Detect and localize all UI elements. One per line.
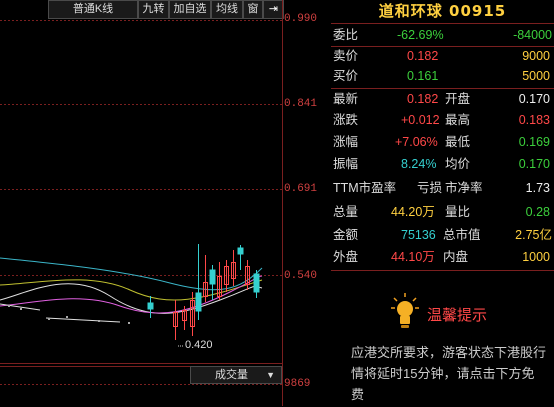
quote-panel: 道和环球 00915 委比 -62.69% -84000 卖价 0.182 90…	[331, 0, 554, 406]
volume-indicator-select[interactable]: 成交量 ▼	[190, 366, 282, 384]
quote-row-sell: 卖价 0.182 9000	[333, 49, 550, 63]
volume-tick: 9869	[284, 378, 311, 390]
notice-text: 应港交所要求，游客状态下港股行情将延时15分钟，请点击下方免费	[351, 345, 547, 402]
quote-row-outer: 外盘 44.10万 内盘 1000	[333, 250, 550, 264]
chart-canvas	[0, 0, 283, 406]
quote-row-volume: 总量 44.20万 量比 0.28	[333, 205, 550, 219]
quote-row-weibi: 委比 -62.69% -84000	[333, 28, 552, 42]
notice-title: 温馨提示	[427, 307, 488, 324]
price-tick: 0.990	[284, 13, 318, 25]
price-tick: 0.841	[284, 98, 318, 110]
stock-title: 道和环球 00915	[331, 0, 554, 22]
quote-row-amplitude: 振幅 8.24% 均价 0.170	[333, 157, 550, 171]
volume-select-label: 成交量	[215, 369, 248, 381]
quote-row-amount: 金额 75136 总市值 2.75亿	[333, 228, 552, 242]
price-tick: 0.540	[284, 270, 318, 282]
low-price-marker: 0.420	[185, 339, 213, 351]
quote-row-latest: 最新 0.182 开盘 0.170	[333, 92, 550, 106]
kline-chart[interactable]: 普通K线 九转 加自选 均线 窗 ⇥ 0.420 0.990 0.841 0.6…	[0, 0, 330, 406]
stock-code: 00915	[449, 2, 507, 20]
chevron-down-icon: ▼	[266, 370, 275, 380]
lightbulb-icon	[391, 293, 419, 328]
quote-row-buy: 买价 0.161 5000	[333, 69, 550, 83]
quote-row-pe: TTM市盈率 亏损 市净率 1.73	[333, 181, 550, 195]
quote-row-change: 涨跌 +0.012 最高 0.183	[333, 113, 550, 127]
quote-row-change-pct: 涨幅 +7.06% 最低 0.169	[333, 135, 550, 149]
price-tick: 0.691	[284, 183, 318, 195]
stock-name: 道和环球	[378, 2, 443, 20]
